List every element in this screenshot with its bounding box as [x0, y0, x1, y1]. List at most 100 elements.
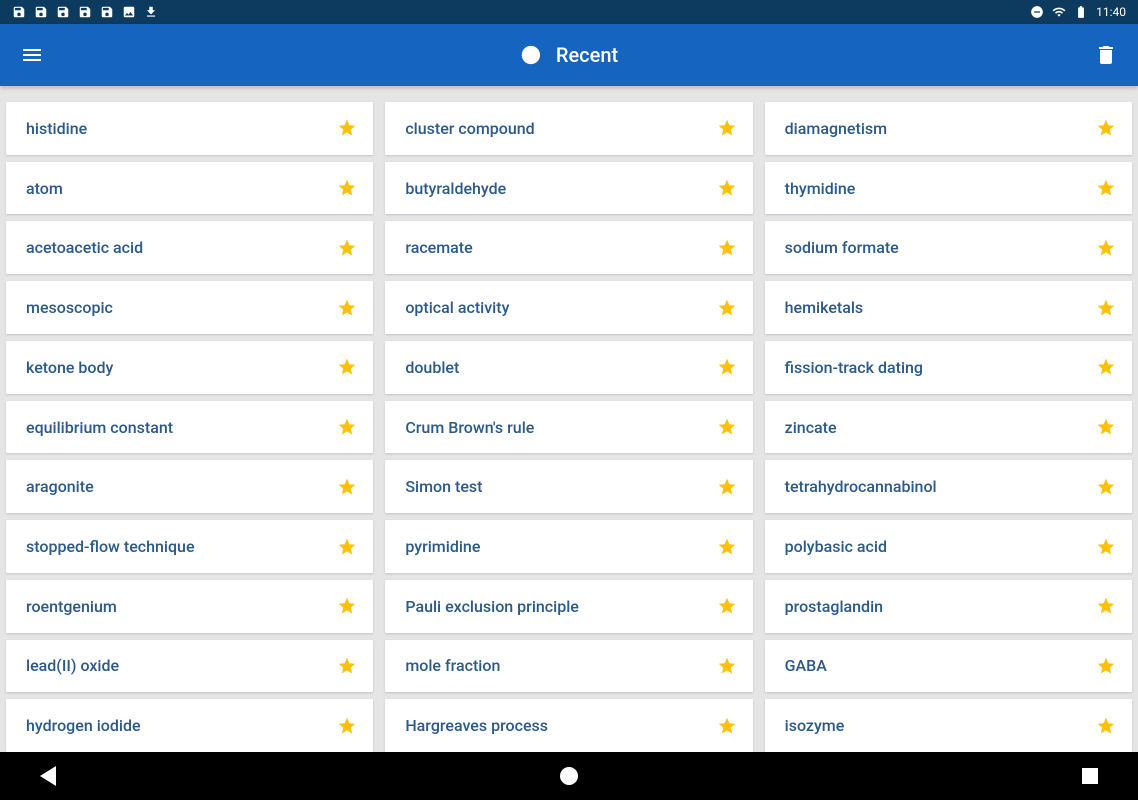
list-item[interactable]: prostaglandin — [765, 580, 1132, 633]
star-icon[interactable] — [1096, 118, 1116, 138]
list-item[interactable]: doublet — [385, 341, 752, 394]
item-label: Pauli exclusion principle — [405, 597, 579, 616]
item-label: acetoacetic acid — [26, 238, 143, 257]
list-item[interactable]: Pauli exclusion principle — [385, 580, 752, 633]
save-icon — [78, 5, 92, 19]
star-icon[interactable] — [1096, 716, 1116, 736]
list-item[interactable]: histidine — [6, 102, 373, 155]
nav-home-button[interactable] — [560, 767, 578, 785]
minus-circle-icon — [1030, 5, 1044, 19]
nav-recent-button[interactable] — [1082, 768, 1098, 784]
star-icon[interactable] — [337, 357, 357, 377]
item-label: zincate — [785, 418, 837, 437]
item-label: histidine — [26, 119, 87, 138]
star-icon[interactable] — [1096, 298, 1116, 318]
content-grid: histidine atom acetoacetic acid mesoscopic k… — [0, 86, 1138, 752]
download-icon — [144, 5, 158, 19]
list-item[interactable]: tetrahydrocannabinol — [765, 460, 1132, 513]
list-item[interactable]: GABA — [765, 640, 1132, 693]
star-icon[interactable] — [717, 357, 737, 377]
app-bar-title: Recent — [520, 43, 618, 67]
star-icon[interactable] — [1096, 477, 1116, 497]
column-2: diamagnetism thymidine sodium formate hemik… — [765, 102, 1132, 752]
list-item[interactable]: mole fraction — [385, 640, 752, 693]
list-item[interactable]: aragonite — [6, 460, 373, 513]
item-label: tetrahydrocannabinol — [785, 477, 937, 496]
list-item[interactable]: Simon test — [385, 460, 752, 513]
save-icon — [100, 5, 114, 19]
star-icon[interactable] — [337, 298, 357, 318]
star-icon[interactable] — [717, 298, 737, 318]
list-item[interactable]: stopped-flow technique — [6, 520, 373, 573]
save-icon — [34, 5, 48, 19]
star-icon[interactable] — [1096, 178, 1116, 198]
star-icon[interactable] — [337, 178, 357, 198]
star-icon[interactable] — [1096, 656, 1116, 676]
star-icon[interactable] — [717, 656, 737, 676]
list-item[interactable]: racemate — [385, 221, 752, 274]
star-icon[interactable] — [717, 178, 737, 198]
star-icon[interactable] — [1096, 417, 1116, 437]
list-item[interactable]: butyraldehyde — [385, 162, 752, 215]
star-icon[interactable] — [337, 716, 357, 736]
list-item[interactable]: Hargreaves process — [385, 699, 752, 752]
item-label: optical activity — [405, 298, 509, 317]
list-item[interactable]: isozyme — [765, 699, 1132, 752]
star-icon[interactable] — [337, 118, 357, 138]
list-item[interactable]: Crum Brown's rule — [385, 401, 752, 454]
star-icon[interactable] — [337, 596, 357, 616]
list-item[interactable]: zincate — [765, 401, 1132, 454]
list-item[interactable]: optical activity — [385, 281, 752, 334]
list-item[interactable]: lead(II) oxide — [6, 640, 373, 693]
list-item[interactable]: acetoacetic acid — [6, 221, 373, 274]
star-icon[interactable] — [337, 417, 357, 437]
list-item[interactable]: pyrimidine — [385, 520, 752, 573]
star-icon[interactable] — [1096, 357, 1116, 377]
list-item[interactable]: hemiketals — [765, 281, 1132, 334]
item-label: butyraldehyde — [405, 179, 506, 198]
nav-back-button[interactable] — [40, 766, 56, 786]
star-icon[interactable] — [717, 596, 737, 616]
list-item[interactable]: atom — [6, 162, 373, 215]
star-icon[interactable] — [717, 537, 737, 557]
list-item[interactable]: hydrogen iodide — [6, 699, 373, 752]
battery-icon — [1074, 5, 1088, 19]
star-icon[interactable] — [717, 477, 737, 497]
star-icon[interactable] — [337, 537, 357, 557]
hamburger-icon — [20, 43, 44, 67]
item-label: doublet — [405, 358, 459, 377]
list-item[interactable]: roentgenium — [6, 580, 373, 633]
list-item[interactable]: equilibrium constant — [6, 401, 373, 454]
item-label: pyrimidine — [405, 537, 480, 556]
star-icon[interactable] — [1096, 596, 1116, 616]
item-label: diamagnetism — [785, 119, 887, 138]
trash-icon — [1094, 43, 1118, 67]
list-item[interactable]: fission-track dating — [765, 341, 1132, 394]
item-label: mole fraction — [405, 656, 500, 675]
item-label: atom — [26, 179, 63, 198]
star-icon[interactable] — [717, 417, 737, 437]
list-item[interactable]: ketone body — [6, 341, 373, 394]
menu-button[interactable] — [20, 43, 44, 67]
star-icon[interactable] — [337, 238, 357, 258]
column-1: cluster compound butyraldehyde racemate opt… — [385, 102, 752, 752]
star-icon[interactable] — [717, 238, 737, 258]
status-time: 11:40 — [1096, 5, 1126, 19]
column-0: histidine atom acetoacetic acid mesoscopic k… — [6, 102, 373, 752]
list-item[interactable]: diamagnetism — [765, 102, 1132, 155]
star-icon[interactable] — [1096, 537, 1116, 557]
list-item[interactable]: sodium formate — [765, 221, 1132, 274]
star-icon[interactable] — [337, 656, 357, 676]
list-item[interactable]: cluster compound — [385, 102, 752, 155]
delete-button[interactable] — [1094, 43, 1118, 67]
star-icon[interactable] — [717, 716, 737, 736]
item-label: hydrogen iodide — [26, 716, 141, 735]
star-icon[interactable] — [1096, 238, 1116, 258]
item-label: isozyme — [785, 716, 845, 735]
item-label: cluster compound — [405, 119, 534, 138]
star-icon[interactable] — [717, 118, 737, 138]
list-item[interactable]: polybasic acid — [765, 520, 1132, 573]
list-item[interactable]: mesoscopic — [6, 281, 373, 334]
list-item[interactable]: thymidine — [765, 162, 1132, 215]
star-icon[interactable] — [337, 477, 357, 497]
